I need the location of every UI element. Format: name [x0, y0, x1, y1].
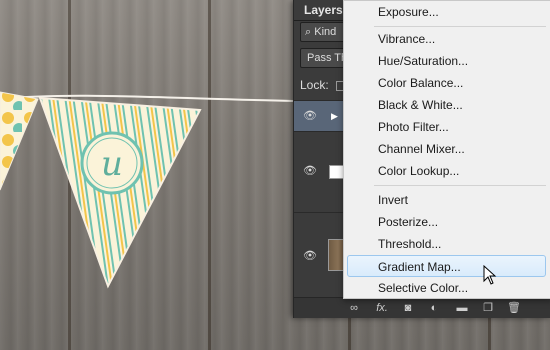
lock-label: Lock:: [300, 78, 329, 92]
search-icon: ⌕: [305, 26, 312, 38]
expand-arrow-icon[interactable]: ▶: [331, 111, 338, 122]
menu-item-gradient-map[interactable]: Gradient Map...: [347, 255, 546, 277]
trash-icon[interactable]: 🗑: [506, 300, 522, 316]
new-layer-icon[interactable]: ❐: [480, 300, 496, 316]
eye-icon[interactable]: 👁: [300, 164, 320, 178]
menu-separator: [374, 26, 546, 27]
folder-icon[interactable]: ▬: [454, 300, 470, 316]
filter-label: Kind: [314, 26, 337, 38]
menu-item-photo-filter[interactable]: Photo Filter...: [344, 116, 549, 138]
menu-item-vibrance[interactable]: Vibrance...: [344, 28, 549, 50]
pennant-left: [0, 91, 39, 191]
menu-item-channel-mixer[interactable]: Channel Mixer...: [344, 138, 549, 160]
adjustment-icon[interactable]: ◐: [426, 300, 442, 316]
menu-separator: [374, 185, 546, 186]
menu-item-hue-saturation[interactable]: Hue/Saturation...: [344, 50, 549, 72]
menu-item-exposure[interactable]: Exposure...: [344, 1, 549, 23]
menu-item-black-white[interactable]: Black & White...: [344, 94, 549, 116]
eye-icon[interactable]: 👁: [300, 109, 320, 123]
menu-item-color-balance[interactable]: Color Balance...: [344, 72, 549, 94]
mouse-cursor-icon: [483, 265, 497, 285]
adjustment-layer-menu: Exposure... Vibrance... Hue/Saturation..…: [343, 0, 550, 299]
menu-item-invert[interactable]: Invert: [344, 189, 549, 211]
menu-item-posterize[interactable]: Posterize...: [344, 211, 549, 233]
lock-row: Lock:: [300, 78, 347, 92]
eye-icon[interactable]: 👁: [300, 249, 320, 263]
menu-item-color-lookup[interactable]: Color Lookup...: [344, 160, 549, 182]
fx-icon[interactable]: fx.: [374, 300, 390, 316]
menu-item-selective-color[interactable]: Selective Color...: [344, 277, 549, 299]
layers-panel-footer: ∞ fx. ◙ ◐ ▬ ❐ 🗑: [294, 297, 550, 318]
menu-item-threshold[interactable]: Threshold...: [344, 233, 549, 255]
pennant-letter: u: [101, 144, 123, 184]
mask-icon[interactable]: ◙: [400, 300, 416, 316]
link-icon[interactable]: ∞: [346, 300, 362, 316]
